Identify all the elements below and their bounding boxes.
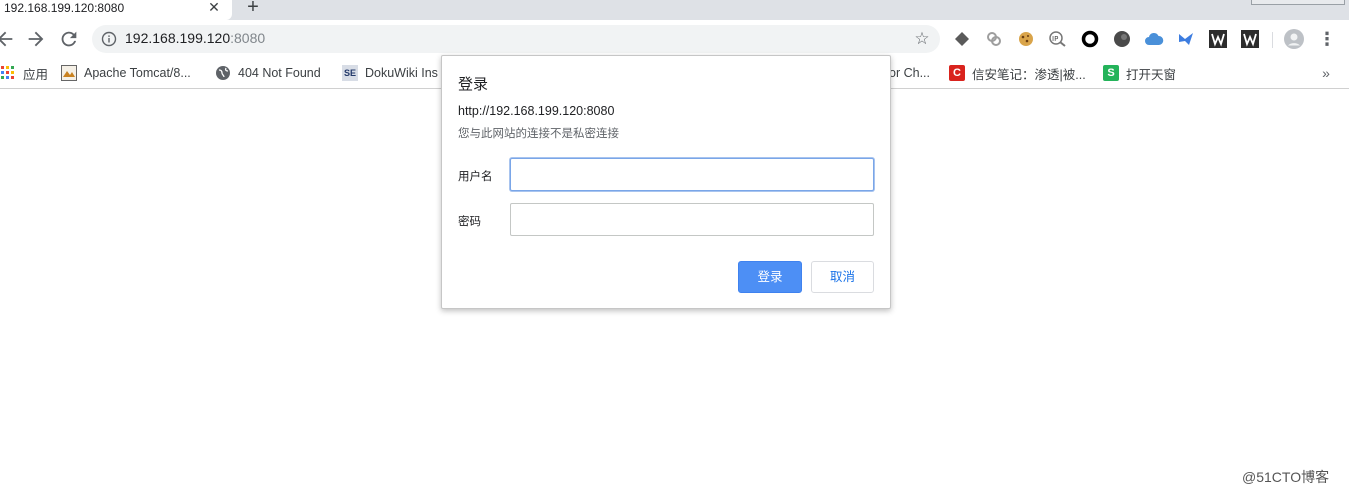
- bookmark-label: 404 Not Found: [238, 66, 321, 80]
- new-tab-button[interactable]: +: [242, 0, 264, 18]
- tab-strip: 192.168.199.120:8080 ✕ +: [0, 0, 1349, 20]
- link-extension-icon[interactable]: [984, 29, 1004, 49]
- cookie-extension-icon[interactable]: [1016, 29, 1036, 49]
- password-field[interactable]: [510, 203, 874, 236]
- wappalyzer-alt-extension-icon[interactable]: [1240, 29, 1260, 49]
- tomcat-icon: [61, 65, 77, 81]
- address-bar[interactable]: 192.168.199.120:8080 ☆: [92, 25, 940, 53]
- reload-icon[interactable]: [58, 28, 80, 50]
- dialog-connection-note: 您与此网站的连接不是私密连接: [458, 128, 619, 140]
- watermark: @51CTO博客: [1242, 469, 1330, 485]
- ip-extension-icon[interactable]: IP: [1048, 29, 1068, 49]
- auth-dialog: 登录 http://192.168.199.120:8080 您与此网站的连接不…: [441, 55, 891, 309]
- bookmark-label: or Ch...: [889, 66, 930, 80]
- bookmark-partial[interactable]: or Ch...: [889, 63, 930, 83]
- bookmark-star-icon[interactable]: ☆: [912, 29, 932, 49]
- tab-title: 192.168.199.120:8080: [4, 1, 125, 15]
- bookmark-label: DokuWiki Ins: [365, 66, 438, 80]
- back-arrow-icon[interactable]: [0, 28, 16, 50]
- bookmark-label: 打开天窗: [1126, 67, 1177, 82]
- browser-tab[interactable]: 192.168.199.120:8080 ✕: [0, 0, 232, 20]
- browser-toolbar: 192.168.199.120:8080 ☆ IP ⋮: [0, 20, 1349, 58]
- s-brand-icon: S: [1103, 65, 1119, 81]
- browser-menu-icon[interactable]: ⋮: [1317, 29, 1337, 49]
- site-info-icon[interactable]: [101, 31, 117, 47]
- bookmark-dokuwiki[interactable]: SE DokuWiki Ins: [342, 63, 438, 83]
- apps-grid-icon: [0, 65, 16, 81]
- profile-avatar-icon[interactable]: [1284, 29, 1304, 49]
- bookmark-label: 信安笔记：渗透|被...: [972, 67, 1086, 82]
- bookmark-label: Apache Tomcat/8...: [84, 66, 191, 80]
- bookmark-tomcat[interactable]: Apache Tomcat/8...: [61, 63, 191, 83]
- tab-close-icon[interactable]: ✕: [206, 0, 222, 15]
- bookmark-404[interactable]: 404 Not Found: [215, 63, 321, 83]
- login-button[interactable]: 登录: [738, 261, 802, 293]
- toolbar-separator: [1272, 32, 1273, 48]
- dialog-title: 登录: [458, 76, 489, 93]
- url-text[interactable]: 192.168.199.120:8080: [125, 30, 265, 46]
- window-controls[interactable]: [1251, 0, 1345, 5]
- cancel-button[interactable]: 取消: [811, 261, 874, 293]
- dialog-origin: http://192.168.199.120:8080: [458, 104, 615, 118]
- username-label: 用户名: [458, 171, 493, 183]
- globe-icon: [215, 65, 231, 81]
- svg-text:IP: IP: [1052, 35, 1058, 43]
- wappalyzer-extension-icon[interactable]: [1208, 29, 1228, 49]
- se-icon: SE: [342, 65, 358, 81]
- password-label: 密码: [458, 216, 481, 228]
- cloud-extension-icon[interactable]: [1144, 29, 1164, 49]
- c-brand-icon: C: [949, 65, 965, 81]
- bookmark-xinan[interactable]: C 信安笔记：渗透|被...: [949, 63, 1086, 83]
- url-host: 192.168.199.120: [125, 30, 231, 46]
- ring-extension-icon[interactable]: [1080, 29, 1100, 49]
- bookmark-apps[interactable]: 应用: [0, 63, 48, 83]
- url-port: :8080: [230, 30, 266, 46]
- bird-extension-icon[interactable]: [1176, 29, 1196, 49]
- bookmark-label: 应用: [23, 67, 49, 82]
- layers-extension-icon[interactable]: [952, 29, 972, 49]
- dark-circle-extension-icon[interactable]: [1112, 29, 1132, 49]
- username-field[interactable]: [510, 158, 874, 191]
- bookmark-tianchuang[interactable]: S 打开天窗: [1103, 63, 1176, 83]
- bookmarks-overflow-icon[interactable]: »: [1316, 63, 1336, 83]
- forward-arrow-icon[interactable]: [25, 28, 47, 50]
